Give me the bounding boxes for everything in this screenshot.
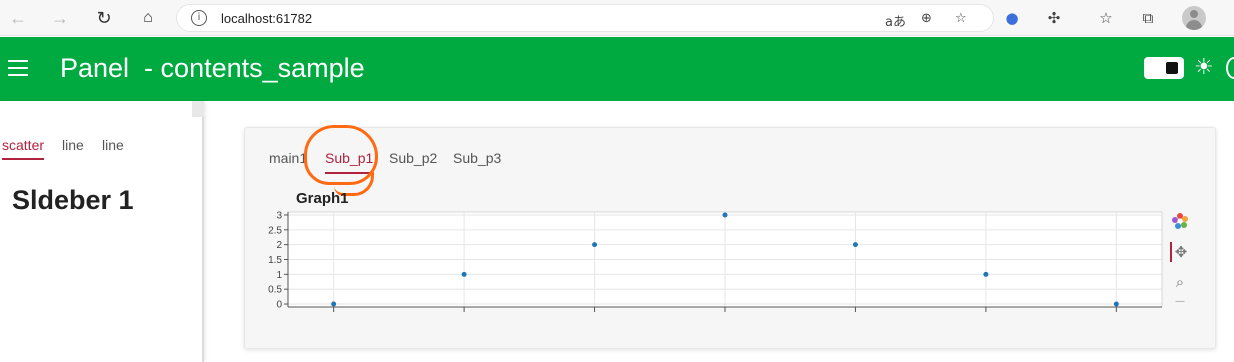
bokeh-logo-icon[interactable] <box>1170 212 1190 232</box>
browser-toolbar: ← → ↻ ⌂ i localhost:61782 aあ ⊕ ☆ ● ✣ ☆ ⧉ <box>0 0 1234 36</box>
y-tick-label: 0.5 <box>268 285 282 296</box>
scatter-chart: 00.511.522.530123456 <box>268 210 1163 312</box>
favorite-add-icon[interactable]: ☆ <box>955 11 967 26</box>
forward-icon[interactable]: → <box>48 6 72 30</box>
box-zoom-icon[interactable]: ⌕ <box>1170 272 1190 292</box>
sidebar-tab-line-1[interactable]: line <box>62 137 84 158</box>
favorites-icon[interactable]: ☆ <box>1096 8 1116 28</box>
app-title: Panel - contents_sample <box>60 53 365 83</box>
scatter-point <box>592 242 598 248</box>
collections-icon[interactable]: ⧉ <box>1138 8 1158 28</box>
scatter-point <box>722 212 728 218</box>
y-tick-label: 2.5 <box>268 225 282 236</box>
scatter-point <box>1113 301 1119 307</box>
extension-icon[interactable]: ● <box>1002 8 1022 28</box>
home-icon[interactable]: ⌂ <box>136 6 160 30</box>
sidebar-scrollbar[interactable] <box>192 101 204 117</box>
read-aloud-icon[interactable]: aあ <box>885 11 906 30</box>
sidebar-title: Sldeber 1 <box>12 185 134 215</box>
address-bar[interactable]: i localhost:61782 aあ ⊕ ☆ <box>176 4 994 32</box>
scatter-point <box>461 271 467 277</box>
y-tick-label: 1 <box>276 270 282 281</box>
sidebar-tab-scatter[interactable]: scatter <box>2 137 45 160</box>
y-tick-label: 0 <box>276 300 282 311</box>
y-tick-label: 1.5 <box>268 255 282 266</box>
zoom-icon[interactable]: ⊕ <box>921 11 932 26</box>
tab-sub-p2[interactable]: Sub_p2 <box>389 150 437 172</box>
scatter-point <box>331 301 337 307</box>
site-info-icon[interactable]: i <box>191 10 207 26</box>
url-text[interactable]: localhost:61782 <box>221 11 312 26</box>
moon-icon <box>1226 57 1234 79</box>
app-header: Panel - contents_sample ☀ <box>0 37 1234 101</box>
sidebar-tab-line-2[interactable]: line <box>102 137 124 158</box>
more-tools-icon[interactable]: — <box>1170 292 1190 312</box>
pan-tool-icon[interactable]: ✥ <box>1170 242 1190 262</box>
toggle-knob <box>1166 62 1178 74</box>
scatter-point <box>852 242 858 248</box>
theme-toggle[interactable] <box>1144 57 1184 79</box>
hamburger-menu-icon[interactable] <box>8 60 28 76</box>
sun-icon: ☀ <box>1194 55 1214 80</box>
tab-main1[interactable]: main1 <box>269 150 307 172</box>
back-icon[interactable]: ← <box>6 6 30 30</box>
extensions-puzzle-icon[interactable]: ✣ <box>1044 8 1064 28</box>
scatter-point <box>983 271 989 277</box>
reload-icon[interactable]: ↻ <box>92 6 116 30</box>
profile-avatar[interactable] <box>1182 6 1206 30</box>
y-tick-label: 3 <box>276 210 282 221</box>
sidebar: scatter line line Sldeber 1 <box>0 101 204 362</box>
y-tick-label: 2 <box>276 240 282 251</box>
tab-sub-p3[interactable]: Sub_p3 <box>453 150 501 172</box>
